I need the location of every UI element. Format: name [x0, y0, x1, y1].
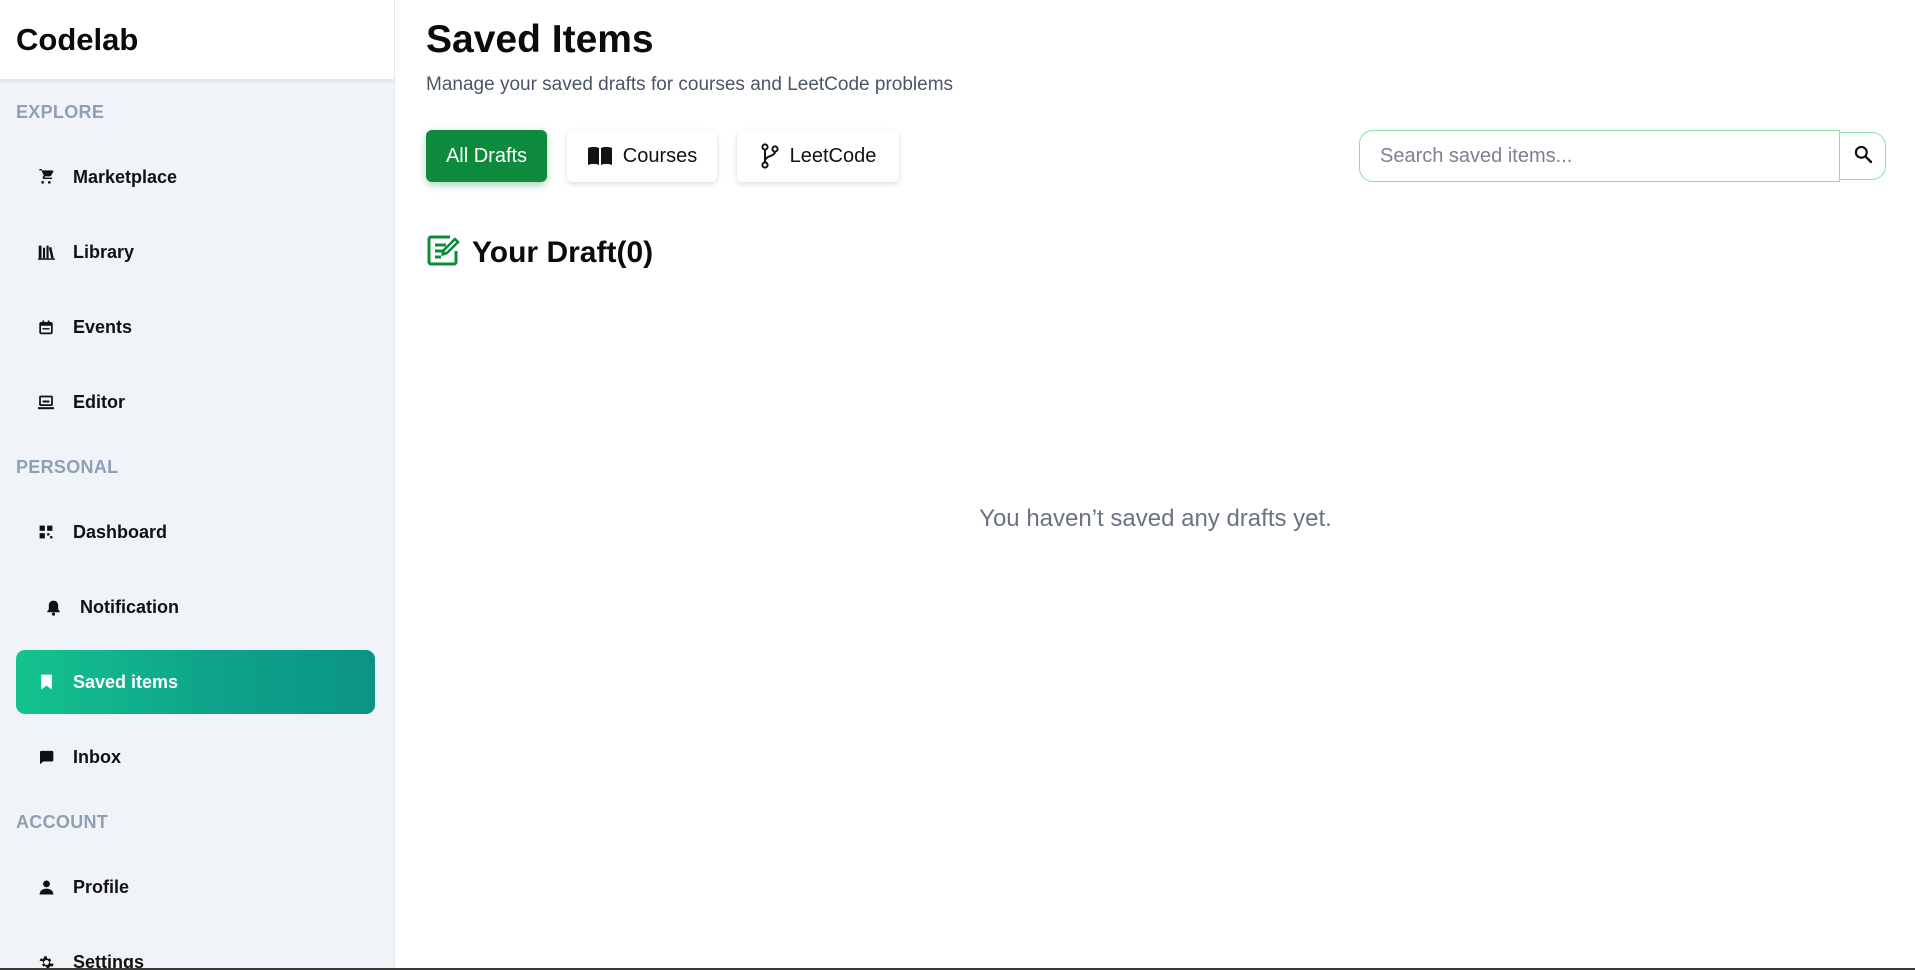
sidebar-item-inbox[interactable]: Inbox: [16, 725, 375, 789]
edit-note-icon: [426, 233, 460, 272]
empty-state-message: You haven’t saved any drafts yet.: [979, 505, 1332, 532]
section-label-account: ACCOUNT: [16, 812, 109, 832]
section-label-explore: EXPLORE: [16, 102, 105, 122]
sidebar-item-dashboard[interactable]: Dashboard: [16, 500, 375, 564]
sidebar-item-label: Events: [73, 316, 133, 337]
filter-all-drafts-button[interactable]: All Drafts: [426, 130, 547, 182]
chat-icon: [36, 747, 56, 767]
sidebar-item-profile[interactable]: Profile: [16, 855, 375, 919]
sidebar-item-events[interactable]: Events: [16, 295, 375, 359]
calendar-icon: [36, 317, 56, 337]
sidebar-item-settings[interactable]: Settings: [16, 930, 375, 970]
search-input[interactable]: [1359, 130, 1840, 182]
sidebar-item-label: Library: [73, 241, 135, 262]
sidebar-item-label: Saved items: [73, 671, 179, 692]
filter-label: Courses: [622, 144, 698, 167]
dashboard-icon: [36, 522, 56, 542]
bookmark-icon: [36, 672, 56, 692]
library-icon: [36, 242, 56, 262]
person-icon: [36, 877, 56, 897]
sidebar-item-label: Notification: [80, 596, 179, 617]
filter-courses-button[interactable]: Courses: [567, 130, 717, 182]
main-content: Saved Items Manage your saved drafts for…: [396, 0, 1915, 970]
sidebar-item-label: Editor: [73, 391, 125, 412]
book-icon: [587, 146, 613, 166]
drafts-heading-text: Your Draft(0): [472, 235, 654, 269]
sidebar-item-marketplace[interactable]: Marketplace: [16, 145, 375, 209]
sidebar-item-label: Marketplace: [73, 166, 178, 187]
page-title: Saved Items: [426, 18, 654, 61]
page-subtitle: Manage your saved drafts for courses and…: [426, 74, 954, 95]
sidebar-item-saved-items[interactable]: Saved items: [16, 650, 375, 714]
search-icon: [1853, 144, 1873, 169]
drafts-heading: Your Draft(0): [426, 233, 653, 272]
sidebar-item-label: Dashboard: [73, 521, 168, 542]
app-root: Codelab EXPLORE Marketplace Library Even…: [0, 0, 1915, 970]
sidebar-item-editor[interactable]: Editor: [16, 370, 375, 434]
search-button[interactable]: [1840, 132, 1886, 180]
git-branch-icon: [760, 143, 780, 169]
filter-label: LeetCode: [789, 144, 877, 167]
filter-leetcode-button[interactable]: LeetCode: [737, 130, 899, 182]
brand-logo[interactable]: Codelab: [0, 0, 394, 80]
sidebar-item-label: Profile: [73, 876, 130, 897]
search-bar: [1359, 130, 1886, 182]
section-label-personal: PERSONAL: [16, 457, 119, 477]
bell-icon: [43, 597, 63, 617]
laptop-icon: [36, 392, 56, 412]
sidebar-item-notification[interactable]: Notification: [16, 575, 375, 639]
filter-label: All Drafts: [445, 144, 528, 167]
sidebar-item-library[interactable]: Library: [16, 220, 375, 284]
sidebar: Codelab EXPLORE Marketplace Library Even…: [0, 0, 395, 970]
sidebar-item-label: Inbox: [73, 746, 121, 767]
cart-icon: [36, 167, 56, 187]
